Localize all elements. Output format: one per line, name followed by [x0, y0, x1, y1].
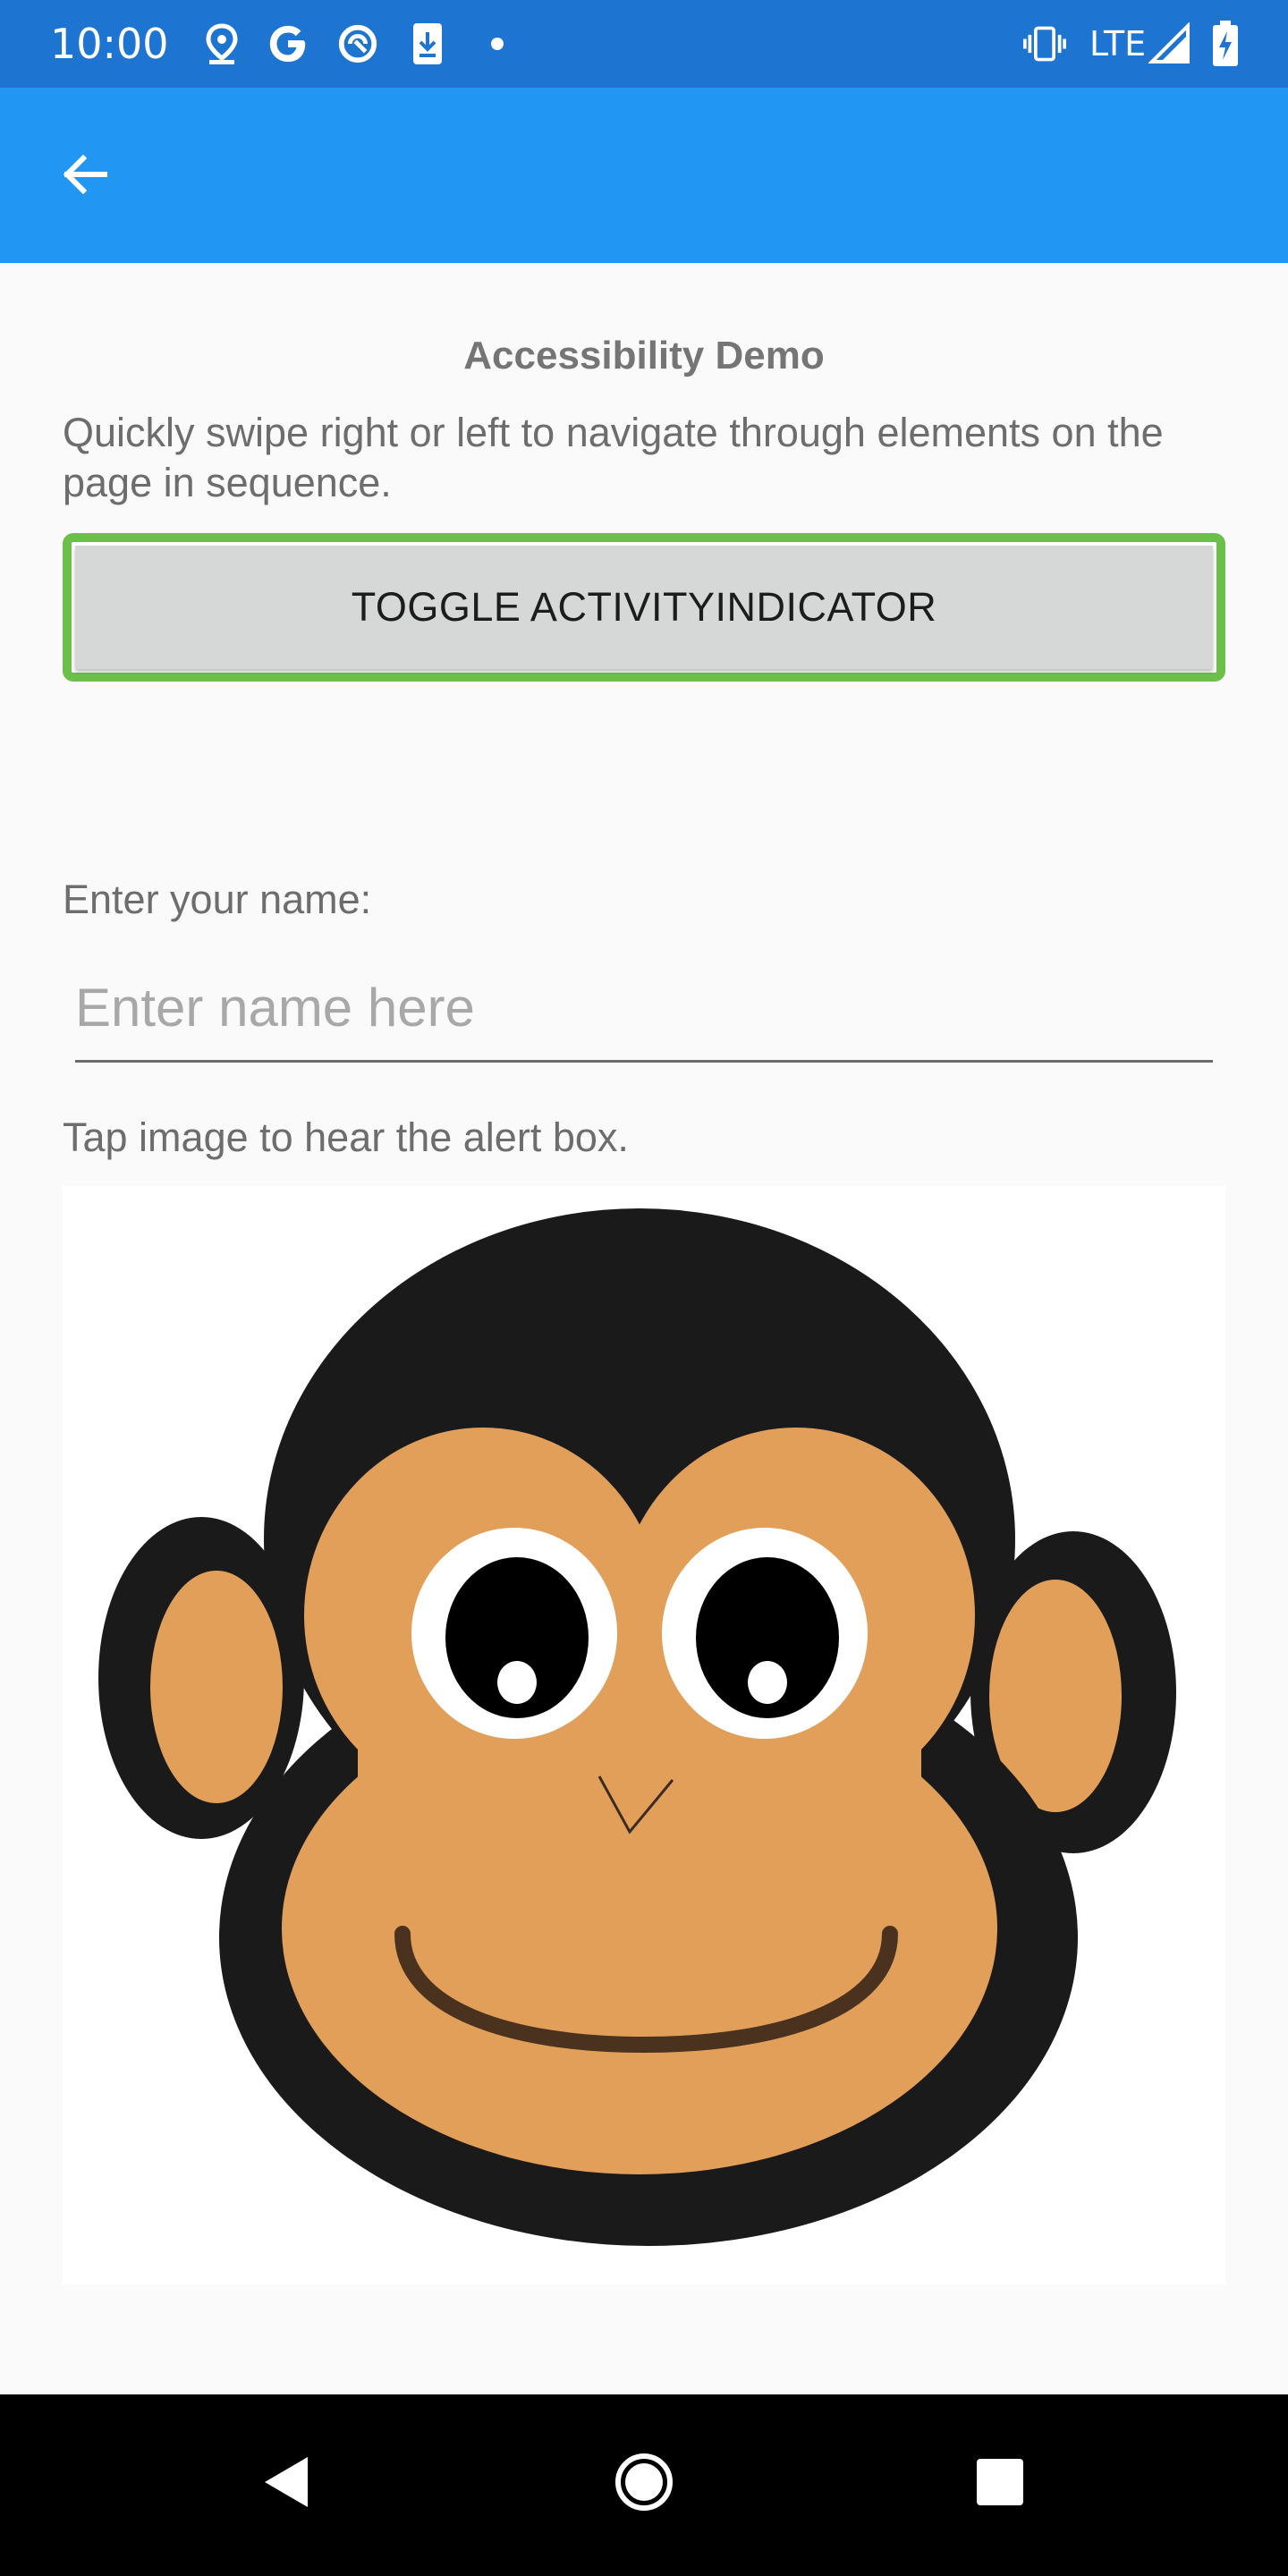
monkey-image[interactable] — [63, 1186, 1225, 2284]
battery-charging-icon — [1204, 20, 1247, 68]
download-icon — [406, 20, 449, 68]
nav-home-icon — [614, 2452, 674, 2517]
page-title: Accessibility Demo — [463, 334, 825, 377]
toggle-activityindicator-button[interactable]: TOGGLE ACTIVITYINDICATOR — [75, 546, 1213, 669]
focus-outline: TOGGLE ACTIVITYINDICATOR — [63, 533, 1225, 682]
name-input[interactable] — [75, 970, 1213, 1063]
dot-icon — [476, 20, 519, 68]
status-time: 10:00 — [50, 20, 169, 68]
back-button[interactable] — [45, 136, 125, 216]
app-bar — [0, 88, 1288, 263]
nav-home-button[interactable] — [599, 2439, 689, 2529]
image-label: Tap image to hear the alert box. — [63, 1114, 629, 1160]
nav-back-icon — [259, 2453, 313, 2515]
nav-recents-icon — [975, 2457, 1025, 2512]
vibrate-icon — [1023, 20, 1066, 68]
monkey-face-graphic — [98, 1208, 1176, 2246]
status-bar: 10:00 LTE — [0, 0, 1288, 88]
arrow-back-icon — [58, 148, 112, 206]
network-type: LTE — [1089, 24, 1147, 64]
signal-icon — [1148, 20, 1191, 68]
name-label: Enter your name: — [63, 877, 372, 922]
instructions-text: Quickly swipe right or left to navigate … — [63, 410, 1164, 505]
google-icon — [267, 20, 309, 68]
page-content: Accessibility Demo Quickly swipe right o… — [0, 263, 1288, 2394]
location-pin-icon — [200, 20, 243, 68]
navigation-bar — [0, 2394, 1288, 2576]
nav-recents-button[interactable] — [955, 2439, 1045, 2529]
vpn-icon — [336, 20, 379, 68]
nav-back-button[interactable] — [242, 2439, 331, 2529]
